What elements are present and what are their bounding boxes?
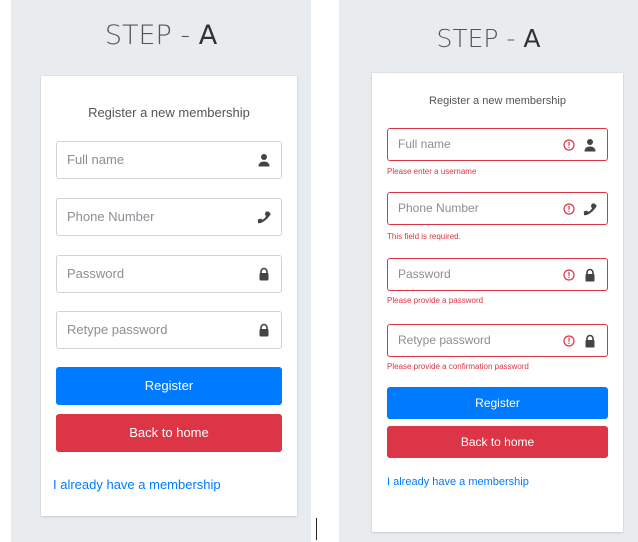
error-icon	[563, 138, 575, 151]
phone-number-field[interactable]: Phone Number	[56, 198, 282, 236]
retype-password-field[interactable]: Retype password	[56, 311, 282, 349]
lock-icon	[583, 334, 597, 348]
error-icon	[563, 334, 575, 347]
step-prefix: STEP -	[436, 24, 524, 53]
lock-icon	[257, 323, 271, 337]
step-title: STEP - A	[11, 20, 311, 51]
retype-password-placeholder: Retype password	[67, 322, 168, 337]
full-name-placeholder: Full name	[398, 137, 451, 151]
phone-number-field[interactable]: Phone Number	[387, 192, 608, 225]
phone-icon	[583, 202, 597, 216]
full-name-error: Please enter a username	[387, 167, 477, 176]
error-icon	[563, 268, 575, 281]
error-icon	[563, 202, 575, 215]
phone-number-placeholder: Phone Number	[67, 209, 155, 224]
form-title: Register a new membership	[88, 105, 250, 120]
register-card: Register a new membership Full name Phon…	[41, 76, 297, 516]
register-panel-default: STEP - A Register a new membership Full …	[11, 0, 311, 542]
password-error: Please provide a password	[387, 296, 484, 305]
full-name-placeholder: Full name	[67, 152, 125, 167]
divider	[316, 518, 317, 540]
already-member-link[interactable]: I already have a membership	[53, 477, 221, 492]
form-title: Register a new membership	[429, 95, 566, 107]
register-panel-errors: STEP - A Register a new membership Full …	[339, 0, 638, 542]
retype-password-field[interactable]: Retype password	[387, 324, 608, 357]
step-prefix: STEP -	[104, 20, 199, 51]
password-placeholder: Password	[398, 267, 451, 281]
lock-icon	[583, 268, 597, 282]
password-field[interactable]: Password	[56, 255, 282, 293]
user-icon	[583, 138, 597, 152]
password-field[interactable]: Password	[387, 258, 608, 291]
full-name-field[interactable]: Full name	[387, 128, 608, 161]
already-member-link[interactable]: I already have a membership	[387, 476, 529, 488]
full-name-field[interactable]: Full name	[56, 141, 282, 179]
back-to-home-button[interactable]: Back to home	[56, 414, 282, 452]
phone-number-error: This field is required.	[387, 232, 461, 241]
step-title: STEP - A	[339, 24, 638, 53]
register-card: Register a new membership Full name Plea…	[372, 73, 623, 532]
retype-password-placeholder: Retype password	[398, 333, 491, 347]
password-placeholder: Password	[67, 266, 125, 281]
phone-number-placeholder: Phone Number	[398, 201, 479, 215]
lock-icon	[257, 267, 271, 281]
back-to-home-button[interactable]: Back to home	[387, 426, 608, 458]
step-letter: A	[198, 20, 218, 51]
step-letter: A	[523, 24, 541, 53]
register-button[interactable]: Register	[387, 387, 608, 419]
phone-icon	[257, 210, 271, 224]
register-button[interactable]: Register	[56, 367, 282, 405]
retype-password-error: Please provide a confirmation password	[387, 362, 529, 371]
user-icon	[257, 153, 271, 167]
